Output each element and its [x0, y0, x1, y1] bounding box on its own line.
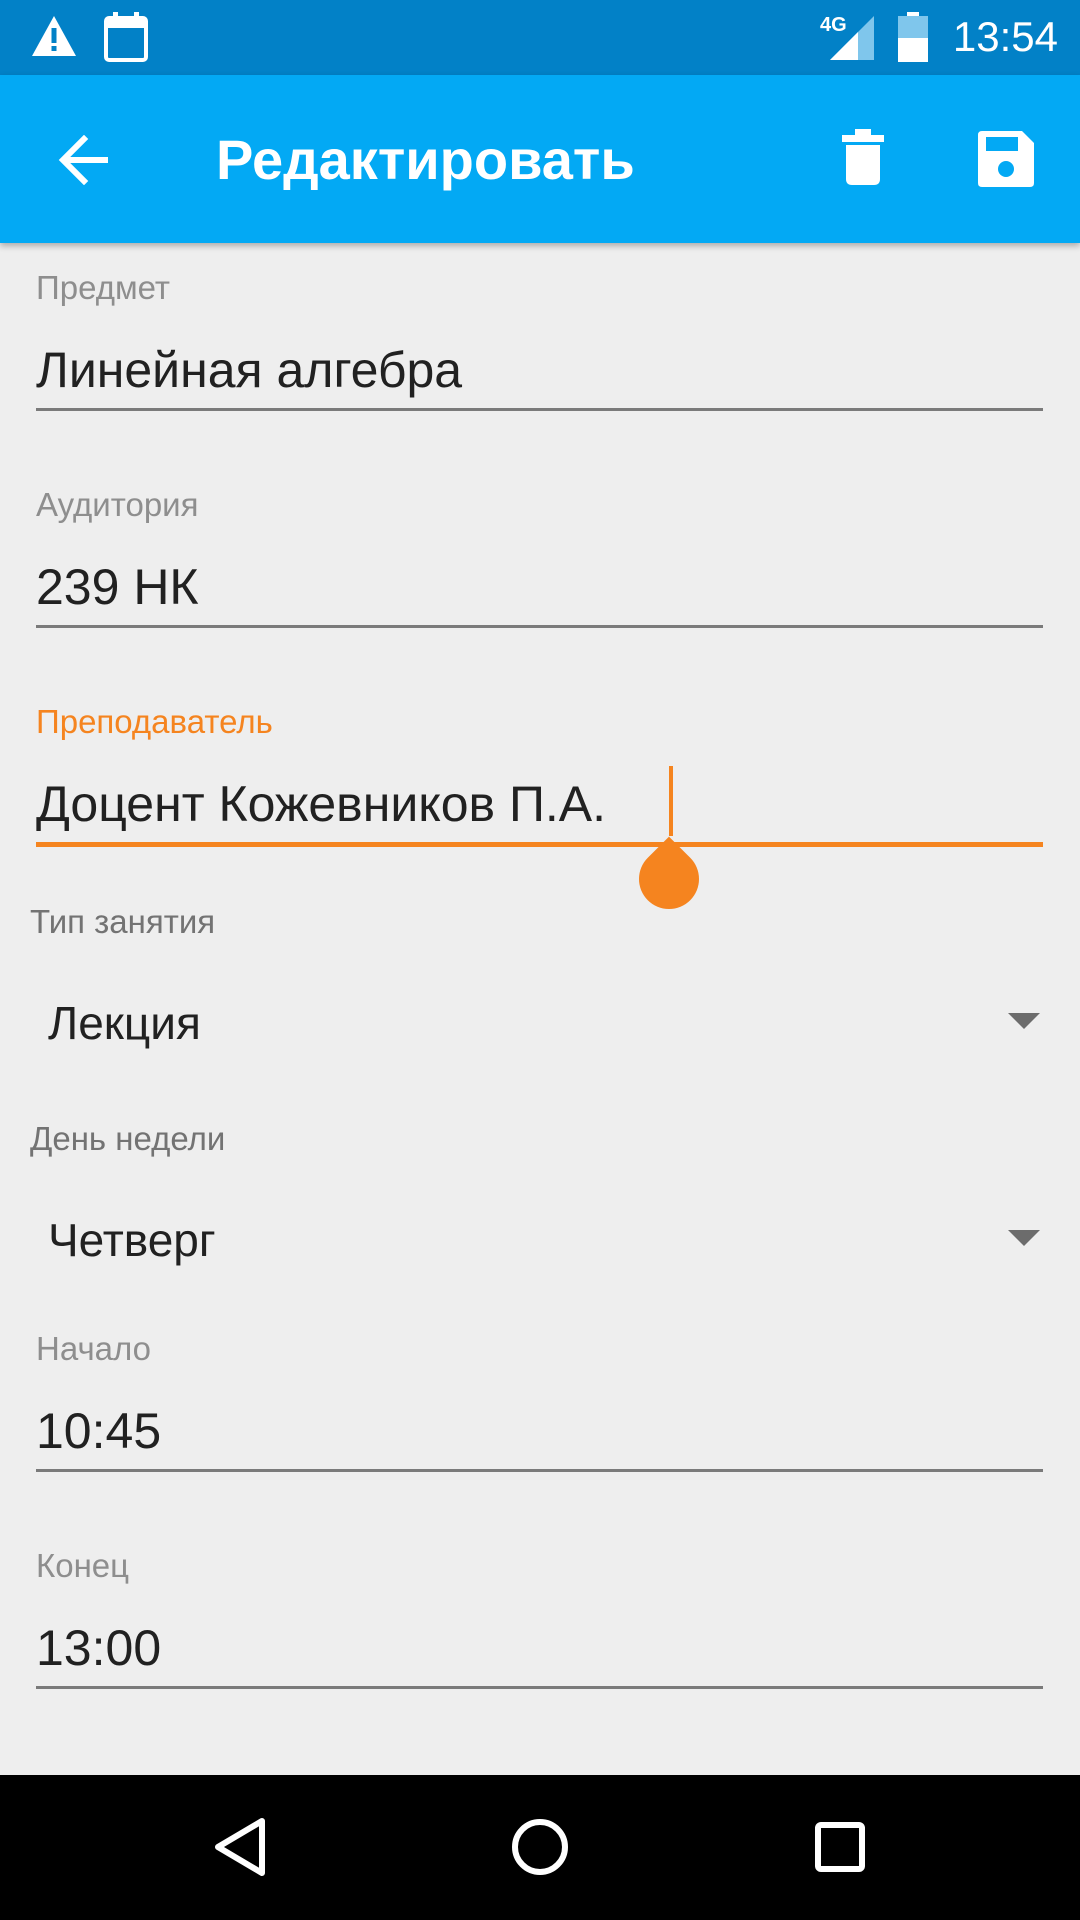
status-bar: 4G 13:54	[0, 0, 1080, 75]
back-arrow-icon[interactable]	[58, 135, 112, 185]
subject-label: Предмет	[36, 269, 171, 306]
lesson-type-dropdown[interactable]: Лекция	[0, 971, 1080, 1071]
end-time-label: Конец	[36, 1547, 130, 1584]
status-time: 13:54	[952, 13, 1058, 60]
save-icon[interactable]	[978, 131, 1034, 187]
battery-icon	[898, 12, 928, 62]
weekday-dropdown[interactable]: Четверг	[0, 1188, 1080, 1288]
start-time-label: Начало	[36, 1330, 151, 1367]
back-triangle-icon[interactable]	[190, 1797, 290, 1897]
calendar-icon	[104, 12, 148, 62]
subject-input[interactable]: Линейная алгебра	[36, 340, 462, 400]
navigation-bar	[0, 1775, 1080, 1920]
page-title: Редактировать	[216, 128, 635, 191]
home-circle-icon[interactable]	[490, 1797, 590, 1897]
end-time-input[interactable]: 13:00	[36, 1618, 161, 1678]
weekday-label: День недели	[30, 1120, 226, 1157]
cursor-handle[interactable]	[626, 836, 712, 922]
text-cursor	[669, 766, 673, 836]
subject-underline	[36, 408, 1043, 411]
recents-square-icon[interactable]	[790, 1797, 890, 1897]
end-time-underline	[36, 1686, 1043, 1689]
room-input[interactable]: 239 НК	[36, 557, 199, 617]
delete-icon[interactable]	[838, 127, 888, 187]
room-label: Аудитория	[36, 486, 199, 523]
lesson-type-label: Тип занятия	[30, 903, 216, 940]
weekday-value: Четверг	[48, 1214, 216, 1266]
app-bar: Редактировать	[0, 75, 1080, 243]
teacher-underline	[36, 842, 1043, 847]
chevron-down-icon	[1008, 1013, 1040, 1029]
chevron-down-icon	[1008, 1230, 1040, 1246]
signal-icon	[830, 16, 874, 60]
teacher-input[interactable]: Доцент Кожевников П.А.	[36, 774, 606, 834]
warning-icon	[32, 16, 76, 56]
room-underline	[36, 625, 1043, 628]
start-time-input[interactable]: 10:45	[36, 1401, 161, 1461]
teacher-label: Преподаватель	[36, 703, 273, 740]
lesson-type-value: Лекция	[48, 997, 201, 1049]
start-time-underline	[36, 1469, 1043, 1472]
